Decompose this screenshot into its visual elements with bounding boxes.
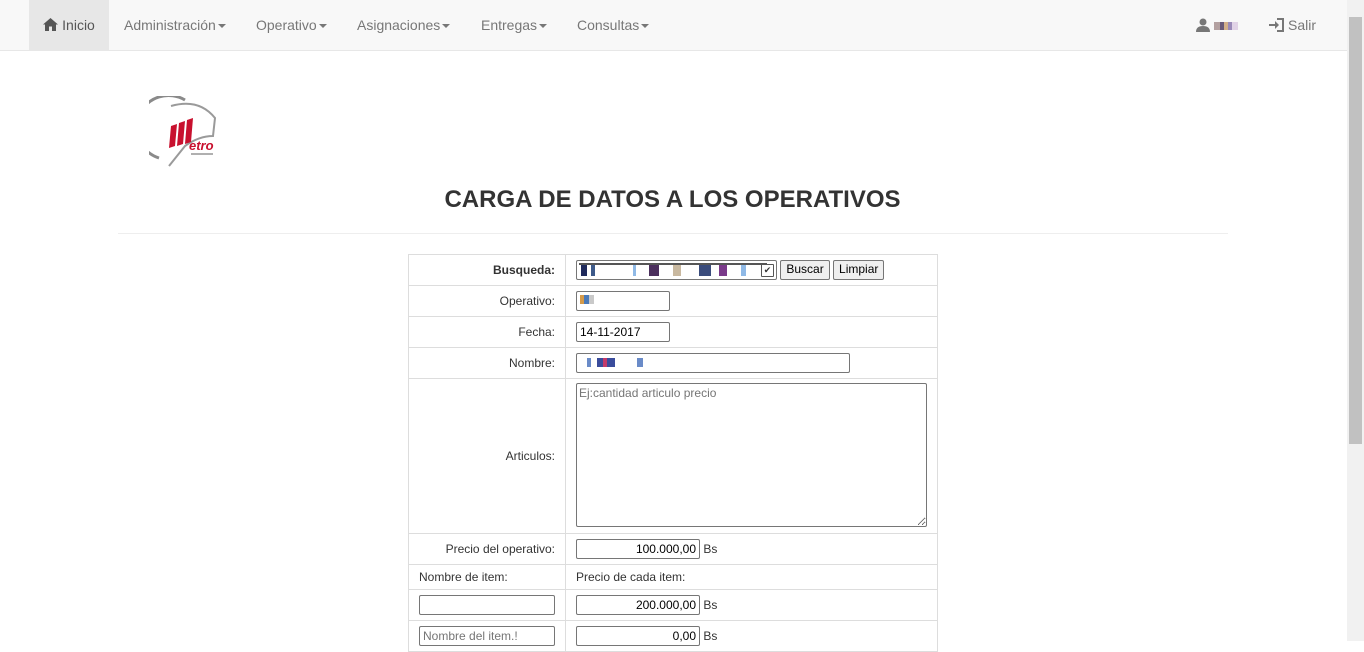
row-articulos: Articulos: bbox=[408, 378, 938, 534]
item-name-cell bbox=[408, 620, 566, 652]
item-price-input[interactable] bbox=[576, 595, 700, 615]
divider bbox=[118, 233, 1228, 234]
busqueda-cell: ✔ Buscar Limpiar bbox=[565, 254, 938, 286]
operativo-value-redacted bbox=[580, 295, 594, 304]
nombre-input[interactable] bbox=[576, 353, 850, 373]
item-name-input[interactable] bbox=[419, 626, 555, 646]
nombre-cell bbox=[565, 347, 938, 379]
precio-operativo-input[interactable] bbox=[576, 539, 700, 559]
operativo-input[interactable] bbox=[576, 291, 670, 311]
item-name-input[interactable] bbox=[419, 595, 555, 615]
nav-menu-label: Consultas bbox=[577, 17, 640, 33]
sign-in-icon bbox=[1269, 18, 1284, 32]
item-price-input[interactable] bbox=[576, 626, 700, 646]
user-name-redacted bbox=[1214, 22, 1238, 30]
svg-text:etro: etro bbox=[189, 138, 214, 153]
item-row: Bs bbox=[408, 620, 938, 652]
page-title: CARGA DE DATOS A LOS OPERATIVOS bbox=[444, 186, 901, 213]
item-price-cell: Bs bbox=[565, 620, 938, 652]
precio-operativo-cell: Bs bbox=[565, 533, 938, 565]
row-operativo: Operativo: bbox=[408, 285, 938, 317]
nav-menu-administracion[interactable]: Administración bbox=[124, 0, 226, 51]
home-icon bbox=[43, 18, 59, 31]
vertical-scrollbar[interactable] bbox=[1347, 0, 1364, 641]
limpiar-button[interactable]: Limpiar bbox=[833, 260, 885, 280]
fecha-input[interactable] bbox=[576, 322, 670, 342]
nav-logout[interactable]: Salir bbox=[1269, 0, 1316, 51]
nav-menu-entregas[interactable]: Entregas bbox=[481, 0, 548, 51]
item-price-header: Precio de cada item: bbox=[565, 564, 938, 590]
busqueda-label: Busqueda: bbox=[408, 254, 566, 286]
precio-operativo-label: Precio del operativo: bbox=[408, 533, 566, 565]
nombre-label: Nombre: bbox=[408, 347, 566, 379]
item-price-cell: Bs bbox=[565, 589, 938, 621]
nav-menu-asignaciones[interactable]: Asignaciones bbox=[357, 0, 451, 51]
operativo-form: Busqueda: ✔ Buscar Limpiar Operativo: Fe… bbox=[408, 254, 938, 652]
item-row: Bs bbox=[408, 589, 938, 621]
nav-menu-label: Entregas bbox=[481, 17, 538, 33]
nombre-value-redacted bbox=[587, 358, 643, 367]
metro-logo: etro bbox=[149, 96, 217, 167]
busqueda-select-value-redacted bbox=[581, 265, 757, 276]
user-icon bbox=[1196, 18, 1210, 32]
buscar-button[interactable]: Buscar bbox=[780, 260, 830, 280]
nav-menu-label: Operativo bbox=[256, 17, 317, 33]
nav-home[interactable]: Inicio bbox=[29, 0, 109, 51]
fecha-label: Fecha: bbox=[408, 316, 566, 348]
item-name-header: Nombre de item: bbox=[408, 564, 566, 590]
row-busqueda: Busqueda: ✔ Buscar Limpiar bbox=[408, 254, 938, 286]
nav-logout-label: Salir bbox=[1288, 17, 1317, 33]
row-item-headers: Nombre de item: Precio de cada item: bbox=[408, 564, 938, 590]
operativo-cell bbox=[565, 285, 938, 317]
operativo-label: Operativo: bbox=[408, 285, 566, 317]
nav-user[interactable] bbox=[1196, 0, 1238, 51]
caret-down-icon bbox=[442, 24, 451, 29]
caret-down-icon bbox=[217, 24, 226, 29]
fecha-cell bbox=[565, 316, 938, 348]
caret-down-icon bbox=[539, 24, 548, 29]
scrollbar-thumb[interactable] bbox=[1349, 17, 1362, 444]
item-name-cell bbox=[408, 589, 566, 621]
row-fecha: Fecha: bbox=[408, 316, 938, 348]
nav-menu-label: Asignaciones bbox=[357, 17, 441, 33]
row-precio-operativo: Precio del operativo: Bs bbox=[408, 533, 938, 565]
busqueda-select[interactable]: ✔ bbox=[576, 260, 777, 280]
nav-home-label: Inicio bbox=[62, 17, 95, 33]
nav-menu-consultas[interactable]: Consultas bbox=[577, 0, 650, 51]
top-navbar: Inicio Administración Operativo Asignaci… bbox=[0, 0, 1347, 51]
nav-menu-operativo[interactable]: Operativo bbox=[256, 0, 327, 51]
articulos-cell bbox=[565, 378, 938, 534]
caret-down-icon bbox=[641, 24, 650, 29]
currency-label: Bs bbox=[703, 542, 718, 556]
caret-down-icon bbox=[318, 24, 327, 29]
articulos-textarea[interactable] bbox=[576, 382, 927, 527]
currency-label: Bs bbox=[703, 598, 718, 612]
nav-menu-label: Administración bbox=[124, 17, 216, 33]
check-icon: ✔ bbox=[761, 264, 774, 277]
row-nombre: Nombre: bbox=[408, 347, 938, 379]
articulos-label: Articulos: bbox=[408, 378, 566, 534]
